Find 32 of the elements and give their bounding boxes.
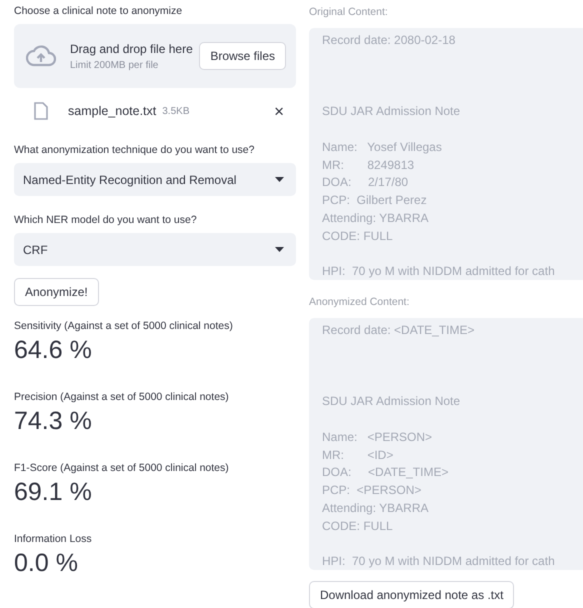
download-button[interactable]: Download anonymized note as .txt [309, 581, 514, 608]
field-label: What anonymization technique do you want to use? [14, 143, 254, 158]
metric-value: 0.0 % [14, 548, 78, 579]
metric-value: 74.3 % [14, 406, 92, 437]
note-text: Record date: 2080-02-18 SDU JAR Admission Note Name: Yosef Villegas MR: 8249813 DOA: 2/17/80 PCP: Gilbert Perez Attending: YBARRA CODE: FULL HPI: 70 yo M with NIDDM admitted for cath [322, 32, 556, 280]
browse-button[interactable]: Browse files [199, 42, 286, 70]
caret-icon [275, 247, 284, 252]
field-label: Choose a clinical note to anonymize [14, 4, 182, 19]
select-value: Named-Entity Recognition and Removal [23, 172, 236, 186]
select-value: CRF [23, 242, 48, 256]
metric-label: Sensitivity (Against a set of 5000 clinical notes) [14, 320, 233, 334]
select-field[interactable]: CRF [14, 233, 296, 266]
remove-button[interactable]: × [274, 102, 284, 120]
field-label: Anonymized Content: [309, 296, 410, 310]
file-icon [34, 102, 48, 120]
file-size: 3.5KB [162, 106, 190, 116]
caret-icon [275, 177, 284, 182]
drop-zone[interactable]: Drag and drop file here Limit 200MB per file Browse files [14, 24, 296, 88]
limit-text: Limit 200MB per file [70, 60, 160, 70]
metric-label: Information Loss [14, 533, 92, 547]
field-label: Which NER model do you want to use? [14, 213, 197, 228]
cloud-upload-icon [26, 45, 56, 67]
anonymize-button[interactable]: Anonymize! [14, 278, 99, 306]
note-text: Record date: <DATE_TIME> SDU JAR Admission Note Name: <PERSON> MR: <ID> DOA: <DATE_TIME> PCP: <PERSON> Attending: YBARRA CODE: FULL HPI: 70 yo M with NIDDM admitted for cath [322, 322, 556, 570]
metric-value: 64.6 % [14, 335, 92, 366]
file-name: sample_note.txt [68, 104, 156, 118]
select-field[interactable]: Named-Entity Recognition and Removal [14, 163, 296, 196]
metric-label: Precision (Against a set of 5000 clinical notes) [14, 391, 229, 405]
drop-text: Drag and drop file here [70, 42, 194, 56]
field-label: Original Content: [309, 6, 388, 20]
metric-label: F1-Score (Against a set of 5000 clinical notes) [14, 462, 229, 476]
metric-value: 69.1 % [14, 477, 92, 508]
